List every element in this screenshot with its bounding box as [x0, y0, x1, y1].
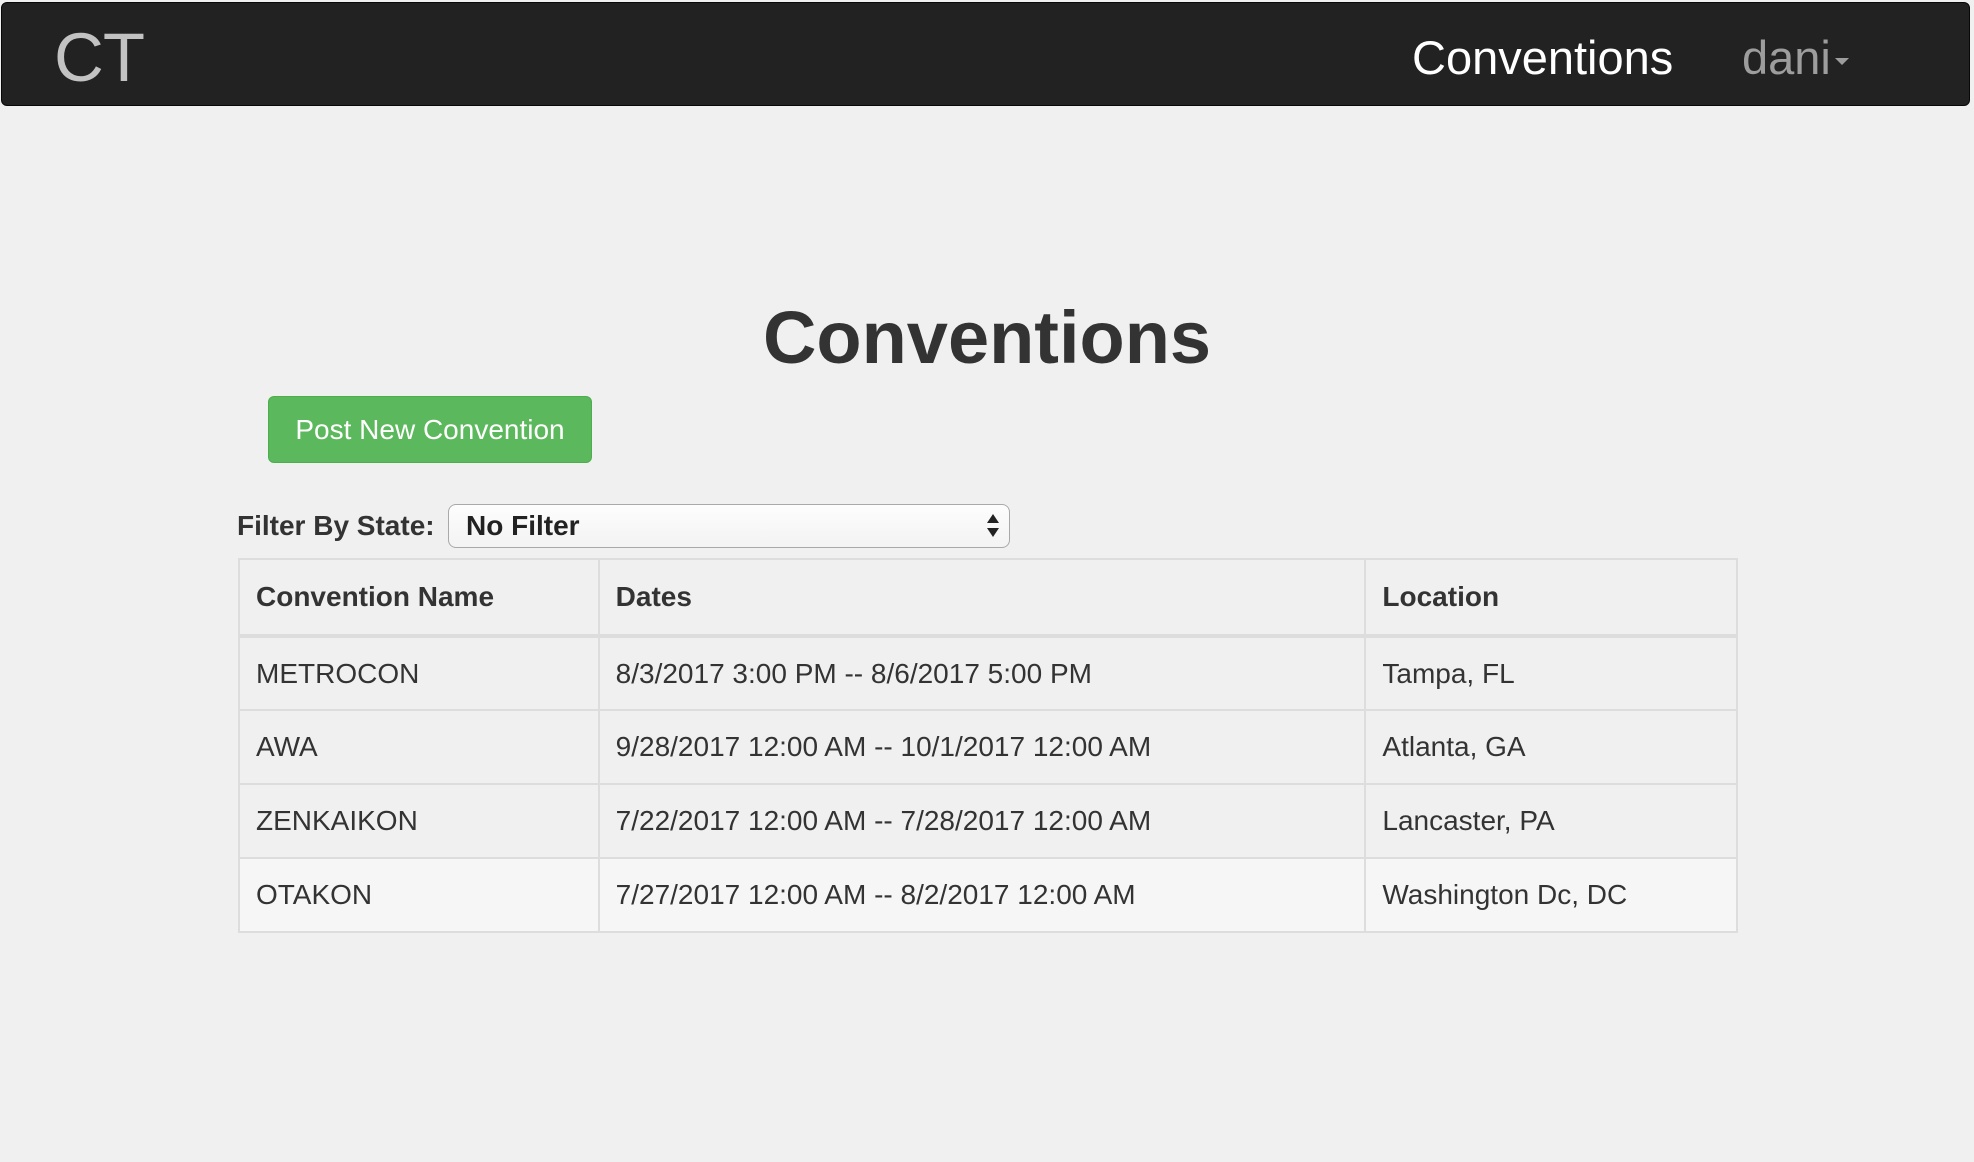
state-filter-value: No Filter: [466, 510, 580, 541]
table-row[interactable]: AWA 9/28/2017 12:00 AM -- 10/1/2017 12:0…: [238, 709, 1738, 785]
caret-down-icon: [1834, 57, 1849, 65]
cell-dates: 9/28/2017 12:00 AM -- 10/1/2017 12:00 AM: [597, 709, 1367, 785]
filter-by-state-label: Filter By State:: [237, 510, 435, 541]
cell-convention-name[interactable]: AWA: [238, 709, 600, 785]
cell-location: Lancaster, PA: [1364, 783, 1738, 859]
column-header-location[interactable]: Location: [1364, 558, 1738, 638]
conventions-table: Convention Name Dates Location METROCON …: [238, 558, 1738, 933]
table-row[interactable]: METROCON 8/3/2017 3:00 PM -- 8/6/2017 5:…: [238, 635, 1738, 711]
cell-location: Washington Dc, DC: [1364, 857, 1738, 933]
select-arrows-icon: [987, 512, 1001, 540]
cell-dates: 7/27/2017 12:00 AM -- 8/2/2017 12:00 AM: [597, 857, 1367, 933]
post-new-convention-button[interactable]: Post New Convention: [268, 396, 592, 463]
page-title: Conventions: [762, 296, 1212, 379]
cell-location: Atlanta, GA: [1364, 709, 1738, 785]
cell-dates: 8/3/2017 3:00 PM -- 8/6/2017 5:00 PM: [597, 635, 1367, 711]
state-filter-select[interactable]: No Filter: [448, 504, 1010, 548]
navbar: CT Conventions dani: [1, 2, 1970, 106]
column-header-name[interactable]: Convention Name: [238, 558, 600, 638]
nav-link-conventions[interactable]: Conventions: [1412, 28, 1673, 88]
user-name: dani: [1742, 31, 1831, 84]
table-header-row: Convention Name Dates Location: [238, 558, 1738, 638]
cell-convention-name[interactable]: METROCON: [238, 635, 600, 711]
cell-convention-name[interactable]: ZENKAIKON: [238, 783, 600, 859]
column-header-dates[interactable]: Dates: [597, 558, 1367, 638]
cell-convention-name[interactable]: OTAKON: [238, 857, 600, 933]
cell-dates: 7/22/2017 12:00 AM -- 7/28/2017 12:00 AM: [597, 783, 1367, 859]
cell-location: Tampa, FL: [1364, 635, 1738, 711]
table-row[interactable]: ZENKAIKON 7/22/2017 12:00 AM -- 7/28/201…: [238, 783, 1738, 859]
brand-logo[interactable]: CT: [54, 18, 145, 98]
table-row[interactable]: OTAKON 7/27/2017 12:00 AM -- 8/2/2017 12…: [238, 857, 1738, 933]
user-menu-dropdown[interactable]: dani: [1742, 28, 1849, 88]
